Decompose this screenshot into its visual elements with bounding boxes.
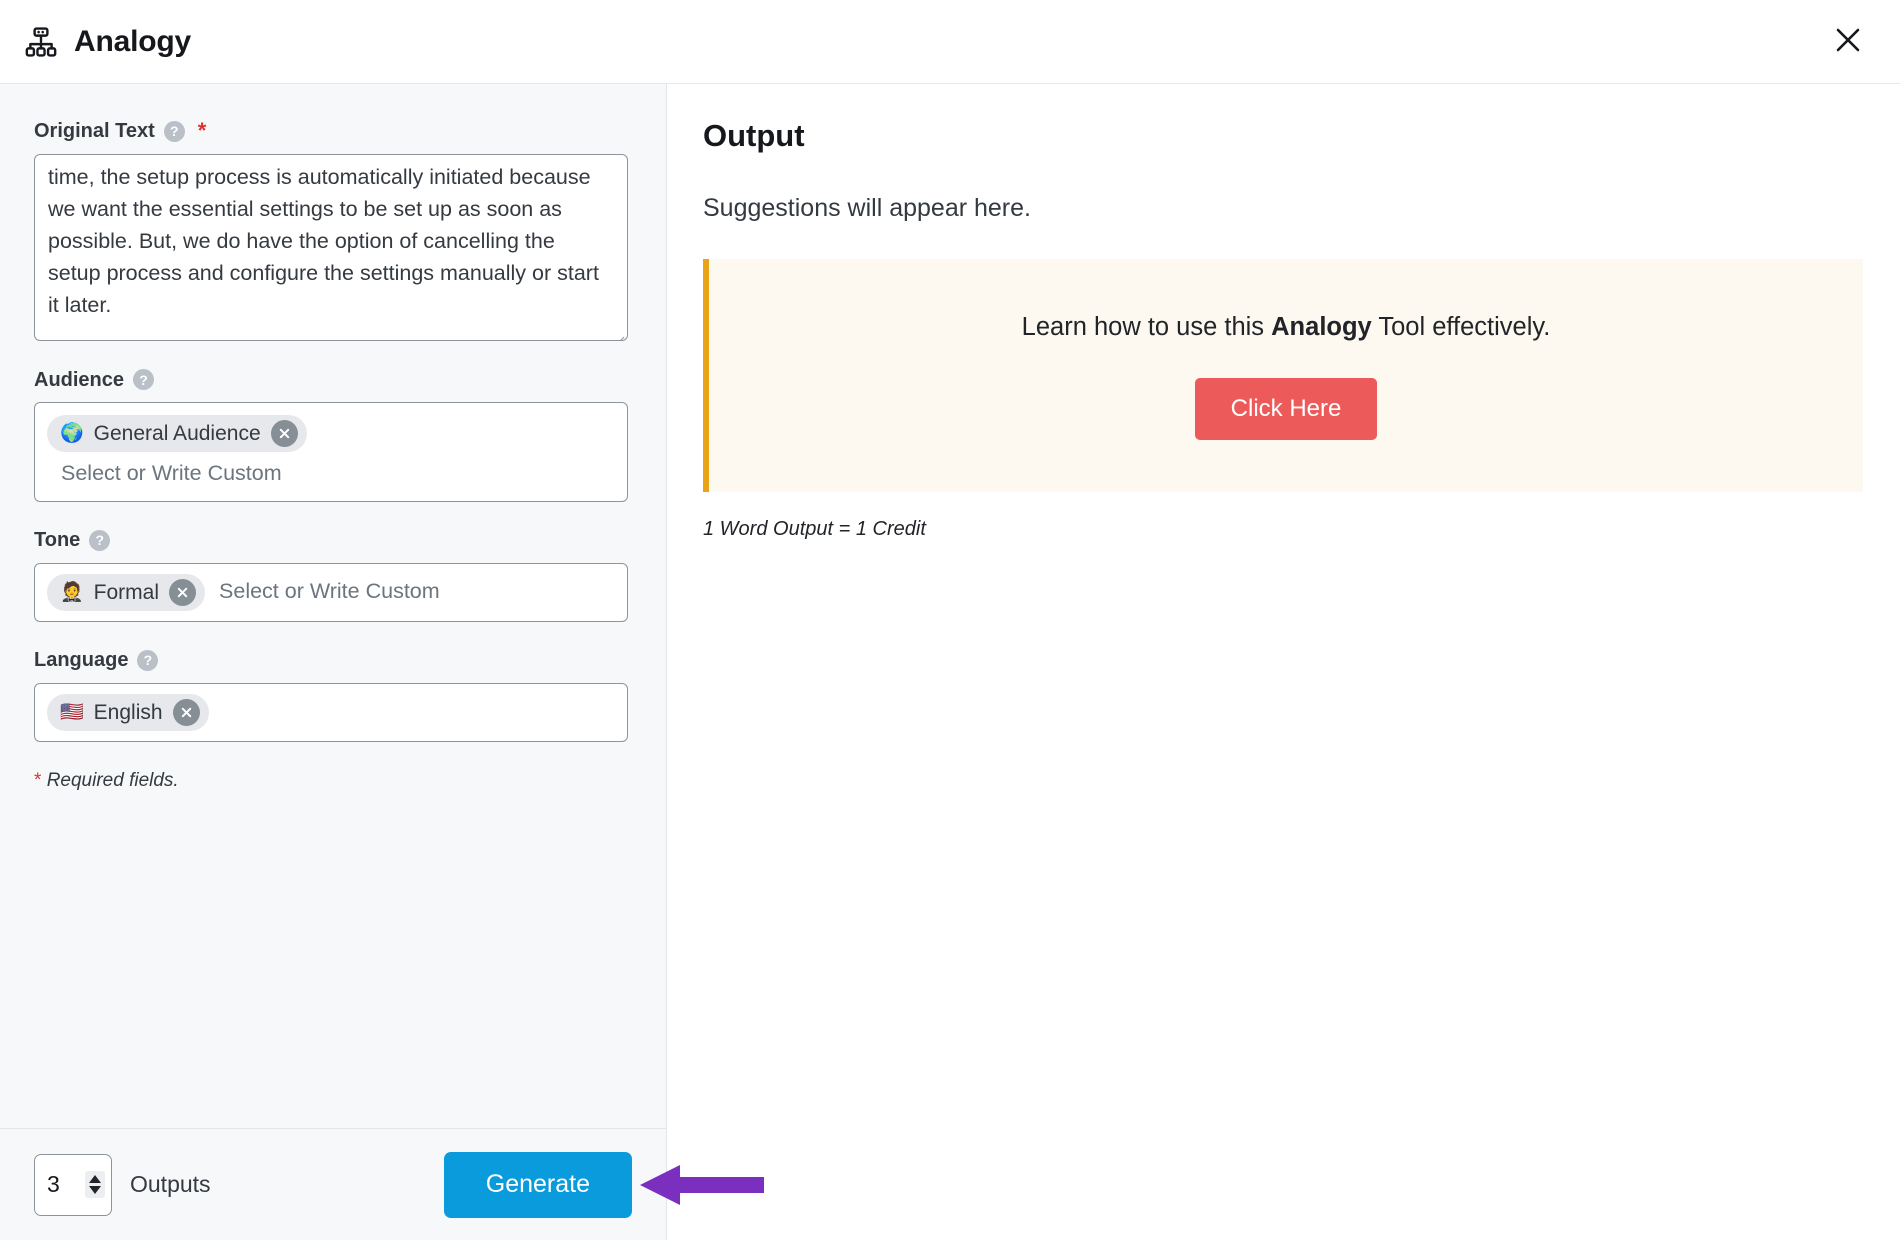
audience-select[interactable]: 🌍 General Audience Select or Write Custo… xyxy=(34,402,628,502)
credit-note: 1 Word Output = 1 Credit xyxy=(703,518,926,540)
help-icon[interactable]: ? xyxy=(89,529,111,551)
person-in-tuxedo-icon: 🤵 xyxy=(60,581,84,603)
tone-chip-label: Formal xyxy=(93,580,160,604)
learn-more-callout: Learn how to use this Analogy Tool effec… xyxy=(703,259,1863,492)
required-note-text: Required fields. xyxy=(46,769,179,791)
form-panel: Original Text ? * time, the setup proces… xyxy=(0,84,667,1240)
globe-icon: 🌍 xyxy=(60,423,84,444)
callout-text-post: Tool effectively. xyxy=(1371,313,1551,341)
output-panel: Output Suggestions will appear here. Lea… xyxy=(667,84,1900,1240)
callout-text: Learn how to use this Analogy Tool effec… xyxy=(729,313,1843,342)
field-original-text: Original Text ? * time, the setup proces… xyxy=(34,120,628,341)
field-audience: Audience ? 🌍 General Audience Select or … xyxy=(34,369,628,502)
original-text-label: Original Text xyxy=(34,120,155,142)
outputs-stepper[interactable]: 3 xyxy=(34,1153,112,1216)
help-icon[interactable]: ? xyxy=(163,120,185,142)
flag-us-icon: 🇺🇸 xyxy=(60,701,84,723)
language-chip: 🇺🇸 English xyxy=(47,693,209,731)
language-chip-label: English xyxy=(93,700,163,724)
sitemap-icon xyxy=(24,25,58,59)
callout-text-pre: Learn how to use this xyxy=(1021,313,1272,341)
modal-header: Analogy xyxy=(0,0,1900,84)
original-text-label-row: Original Text ? * xyxy=(34,120,628,142)
help-icon[interactable]: ? xyxy=(137,649,159,671)
form-footer: 3 Outputs Generate xyxy=(0,1128,666,1240)
generate-button[interactable]: Generate xyxy=(443,1151,632,1218)
stepper-arrows[interactable] xyxy=(85,1171,105,1198)
tone-chip: 🤵 Formal xyxy=(47,573,206,611)
audience-chip-label: General Audience xyxy=(93,421,261,445)
output-title: Output xyxy=(703,118,805,153)
modal-body: Original Text ? * time, the setup proces… xyxy=(0,84,1900,1240)
output-empty-state: Suggestions will appear here. xyxy=(703,194,1031,222)
close-icon xyxy=(1833,25,1863,58)
language-label: Language xyxy=(34,649,129,672)
remove-chip-icon[interactable] xyxy=(172,698,200,726)
tone-placeholder: Select or Write Custom xyxy=(219,579,440,604)
header-left-group: Analogy xyxy=(24,25,191,59)
field-tone: Tone ? 🤵 Formal Select or Write Custom xyxy=(34,529,628,622)
language-label-row: Language ? xyxy=(34,649,628,672)
form-scroll-area: Original Text ? * time, the setup proces… xyxy=(0,84,666,1128)
remove-chip-icon[interactable] xyxy=(270,420,298,447)
remove-chip-icon[interactable] xyxy=(169,578,197,606)
help-icon[interactable]: ? xyxy=(133,369,155,390)
audience-placeholder: Select or Write Custom xyxy=(61,461,282,485)
close-button[interactable] xyxy=(1826,20,1870,64)
audience-chip: 🌍 General Audience xyxy=(47,415,307,452)
outputs-value[interactable]: 3 xyxy=(47,1171,79,1198)
required-fields-note: * Required fields. xyxy=(34,770,628,792)
language-select[interactable]: 🇺🇸 English xyxy=(34,682,628,742)
tone-select[interactable]: 🤵 Formal Select or Write Custom xyxy=(34,562,628,622)
original-text-input[interactable]: time, the setup process is automatically… xyxy=(34,154,628,341)
field-language: Language ? 🇺🇸 English xyxy=(34,649,628,742)
original-text-value: time, the setup process is automatically… xyxy=(48,165,605,317)
audience-label-row: Audience ? xyxy=(34,369,628,390)
callout-tool-name: Analogy xyxy=(1271,313,1372,341)
required-note-asterisk: * xyxy=(34,769,42,791)
page-title: Analogy xyxy=(74,24,191,58)
required-asterisk: * xyxy=(197,118,207,143)
audience-label: Audience xyxy=(34,368,125,391)
tone-label-row: Tone ? xyxy=(34,529,628,552)
resize-handle-icon[interactable] xyxy=(611,324,625,340)
outputs-label: Outputs xyxy=(130,1171,211,1197)
tone-label: Tone xyxy=(34,529,81,552)
chevron-down-icon[interactable] xyxy=(89,1186,101,1194)
chevron-up-icon[interactable] xyxy=(89,1175,101,1183)
analogy-tool-modal: Analogy Original Text ? * time, the setu… xyxy=(0,0,1900,1240)
click-here-button[interactable]: Click Here xyxy=(1194,378,1378,440)
